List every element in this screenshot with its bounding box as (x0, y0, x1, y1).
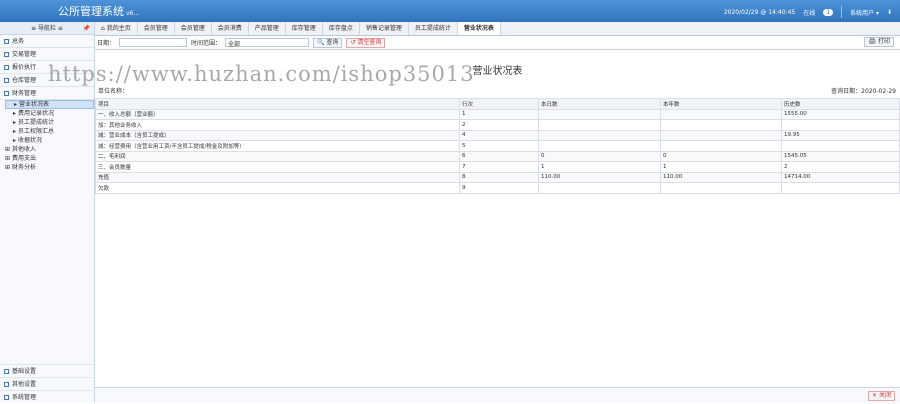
finance-tree: ▸ 营业状况表 ▸ 费用记录状况 ▸ 员工提成统计 ▸ 员工权限汇总 ▸ 收据状… (0, 100, 94, 172)
sidebar: ≡ 导航栏 ≡📌 总务 交易管理 报价执行 仓库管理 财务管理 ▸ 营业状况表 … (0, 22, 95, 403)
table-row: 加：其他业务收入2 (96, 120, 900, 131)
toolbar: 日期： 时间范围： 全部 🔍 查询 ↺ 清空查询 🖨 打印 (95, 36, 900, 49)
tab-commission[interactable]: 员工提成统计 (409, 22, 458, 35)
tab-member-consume[interactable]: 会员消费 (212, 22, 249, 35)
sidebar-item-quote[interactable]: 报价执行 (0, 61, 94, 74)
expand-icon (4, 65, 9, 70)
footer-bar: ✕ 关闭 (95, 387, 900, 403)
range-label: 时间范围： (191, 38, 221, 47)
tree-item-other-income[interactable]: ⊞ 其他收入 (5, 145, 94, 154)
top-header: 公所管理系统v6... 2020/02/29 @ 14:40:45 在线 1 系… (0, 0, 900, 22)
online-label: 在线 (803, 8, 815, 17)
collapse-icon (4, 91, 9, 96)
tab-products[interactable]: 产品管理 (249, 22, 286, 35)
tab-home[interactable]: ⌂ 我的主页 (95, 22, 138, 35)
reset-button[interactable]: ↺ 清空查询 (346, 38, 385, 48)
tree-item-expense-record[interactable]: ▸ 费用记录状况 (5, 109, 94, 118)
sidebar-item-general[interactable]: 总务 (0, 35, 94, 48)
tab-members[interactable]: 会员管理 (138, 22, 175, 35)
datetime: 2020/02/29 @ 14:40:45 (724, 9, 795, 16)
tab-inventory[interactable]: 库存管理 (286, 22, 323, 35)
pin-icon[interactable]: 📌 (83, 22, 90, 35)
logout-icon[interactable]: ⬇ (887, 9, 892, 16)
tab-bar: ⌂ 我的主页 会员管理 会员管理 会员消费 产品管理 库存管理 库存盘点 销售记… (95, 22, 900, 36)
shop-name: 单位名称： (98, 86, 128, 95)
sidebar-item-warehouse[interactable]: 仓库管理 (0, 74, 94, 87)
sidebar-title: ≡ 导航栏 ≡📌 (0, 22, 94, 35)
online-count: 1 (823, 9, 833, 16)
table-row: 三、会员数量7112 (96, 162, 900, 173)
close-button[interactable]: ✕ 关闭 (868, 391, 895, 401)
sidebar-item-trade[interactable]: 交易管理 (0, 48, 94, 61)
query-date: 查询日期：2020-02-29 (831, 86, 896, 95)
table-row: 二、毛利润6001545.05 (96, 151, 900, 162)
tree-item-permissions[interactable]: ▸ 员工权限汇总 (5, 127, 94, 136)
search-button[interactable]: 🔍 查询 (313, 38, 342, 48)
expand-icon (4, 78, 9, 83)
table-row: 欠款9 (96, 183, 900, 194)
expand-icon (4, 382, 9, 387)
sidebar-item-base-settings[interactable]: 基础设置 (0, 364, 95, 377)
range-select[interactable]: 全部 (225, 38, 309, 47)
tab-stocktake[interactable]: 库存盘点 (323, 22, 360, 35)
report-table: 项目行次本日数本年数历史数 一、收入总额（营业额）11555.00 加：其他业务… (95, 98, 900, 194)
report-meta: 单位名称： 查询日期：2020-02-29 (95, 85, 900, 97)
expand-icon (4, 395, 9, 400)
expand-icon (4, 369, 9, 374)
expand-icon (4, 39, 9, 44)
tab-sales-records[interactable]: 销售记录管理 (360, 22, 409, 35)
sidebar-bottom: 基础设置 其他设置 系统管理 (0, 364, 95, 403)
date-input[interactable] (119, 38, 187, 47)
tree-item-analysis[interactable]: ⊞ 财务分析 (5, 163, 94, 172)
table-row: 充值8110.00110.0014714.00 (96, 172, 900, 183)
tree-item-expense[interactable]: ⊞ 费用支出 (5, 154, 94, 163)
expand-icon (4, 52, 9, 57)
tab-members-2[interactable]: 会员管理 (175, 22, 212, 35)
table-row: 减：营业成本（含员工提成）419.95 (96, 130, 900, 141)
report-title: 营业状况表 (95, 62, 900, 77)
app-title: 公所管理系统v6... (58, 3, 139, 19)
print-button[interactable]: 🖨 打印 (864, 37, 894, 47)
report-panel: 营业状况表 单位名称： 查询日期：2020-02-29 项目行次本日数本年数历史… (95, 49, 900, 386)
sidebar-item-finance[interactable]: 财务管理 (0, 87, 94, 100)
tab-business-status[interactable]: 营业状况表 (458, 22, 501, 35)
user-menu[interactable]: 系统用户 ▾ (850, 8, 879, 17)
table-row: 一、收入总额（营业额）11555.00 (96, 109, 900, 120)
sidebar-item-system[interactable]: 系统管理 (0, 390, 95, 403)
date-label: 日期： (97, 38, 115, 47)
tree-item-business-status[interactable]: ▸ 营业状况表 (5, 100, 94, 109)
table-header: 项目行次本日数本年数历史数 (96, 99, 900, 110)
table-row: 减：经营费用（含营业用工资/不含员工提成/税金及附加等）5 (96, 141, 900, 152)
sidebar-item-other-settings[interactable]: 其他设置 (0, 377, 95, 390)
divider (841, 6, 842, 18)
tree-item-commission[interactable]: ▸ 员工提成统计 (5, 118, 94, 127)
tree-item-receipts[interactable]: ▸ 收据状况 (5, 136, 94, 145)
